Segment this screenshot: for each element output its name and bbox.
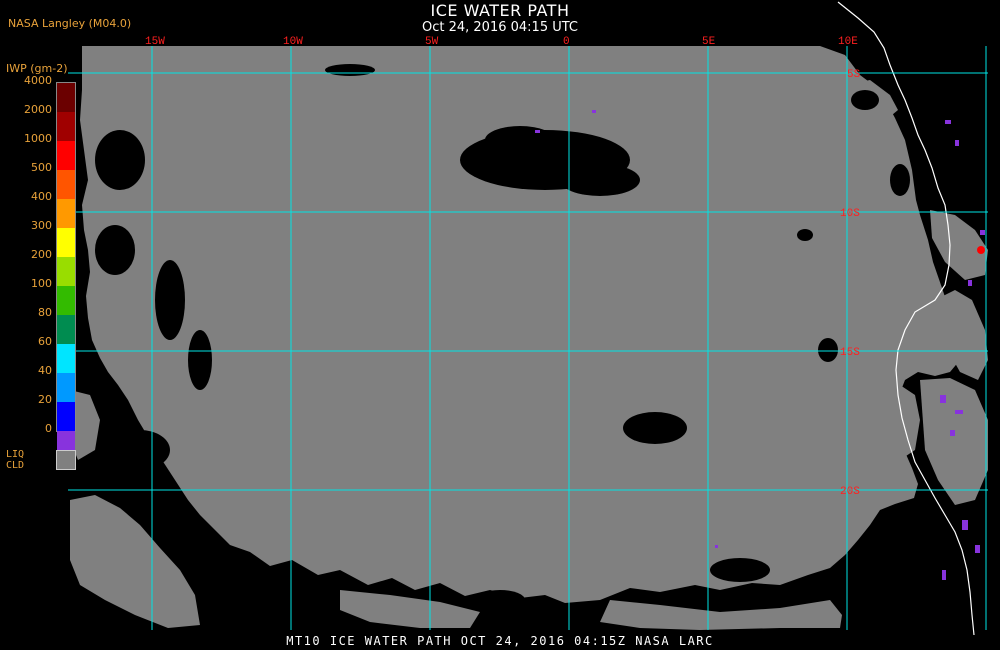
lon-label-15w: 15W	[145, 36, 165, 48]
legend-swatch	[57, 402, 75, 431]
legend-tick: 500	[31, 161, 52, 174]
lat-label-5s: 5S	[847, 69, 861, 81]
lon-label-5e: 5E	[702, 36, 716, 48]
lon-label-10w: 10W	[283, 36, 303, 48]
liquid-cloud-label: LIQ CLD	[6, 449, 24, 471]
liquid-cloud-swatch	[56, 450, 76, 470]
high-iwp-spot	[977, 246, 985, 254]
legend-tick: 40	[38, 364, 52, 377]
legend-swatch	[57, 373, 75, 402]
legend-tick: 2000	[24, 103, 52, 116]
legend-tick: 80	[38, 306, 52, 319]
legend-swatch	[57, 315, 75, 344]
liquid-cloud-label-line2: CLD	[6, 460, 25, 471]
liquid-cloud-label-line1: LIQ	[6, 449, 25, 460]
legend-swatch	[57, 170, 75, 199]
legend-tick: 200	[31, 248, 52, 261]
legend-swatch	[57, 112, 75, 141]
color-scale-bar	[56, 82, 76, 455]
lat-label-10s: 10S	[840, 208, 860, 220]
lon-label-5w: 5W	[425, 36, 439, 48]
footer-caption: MT10 ICE WATER PATH OCT 24, 2016 04:15Z …	[286, 634, 714, 648]
legend-swatch	[57, 199, 75, 228]
lon-label-10e: 10E	[838, 36, 858, 48]
satellite-map: 15W 10W 5W 0 5E 10E 5S 10S 15S 20S	[68, 1, 988, 636]
legend-tick: 20	[38, 393, 52, 406]
legend-swatch	[57, 257, 75, 286]
source-label: NASA Langley (M04.0)	[8, 17, 132, 30]
legend-tick: 4000	[24, 74, 52, 87]
legend-swatch	[57, 83, 75, 112]
legend-swatch	[57, 286, 75, 315]
legend-tick: 100	[31, 277, 52, 290]
legend-tick: 60	[38, 335, 52, 348]
ice-water-path-viewer: 15W 10W 5W 0 5E 10E 5S 10S 15S 20S ICE W…	[0, 0, 1000, 650]
legend-tick: 400	[31, 190, 52, 203]
legend-tick: 300	[31, 219, 52, 232]
lon-label-0: 0	[563, 36, 570, 48]
legend-swatch	[57, 141, 75, 170]
page-title: ICE WATER PATH	[430, 1, 570, 20]
lat-label-20s: 20S	[840, 486, 860, 498]
legend-tick: 0	[45, 422, 52, 435]
timestamp: Oct 24, 2016 04:15 UTC	[422, 20, 578, 35]
legend-tick: 1000	[24, 132, 52, 145]
lat-label-15s: 15S	[840, 347, 860, 359]
legend-swatch	[57, 228, 75, 257]
legend-swatch	[57, 344, 75, 373]
